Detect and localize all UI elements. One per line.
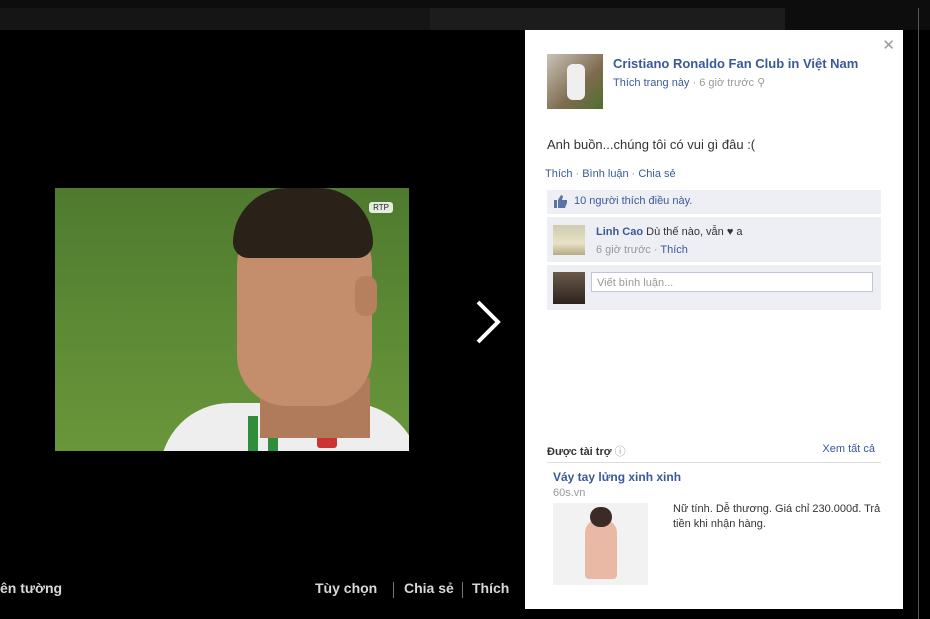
page-meta: Thích trang này · 6 giờ trước ⚲ [613,76,765,89]
comment-time[interactable]: 6 giờ trước [596,244,651,256]
commenter-avatar[interactable] [553,225,585,255]
right-gutter [903,30,930,619]
comment-like-link[interactable]: Thích [660,244,688,256]
ad-title-link[interactable]: Váy tay lửng xinh xinh [553,470,681,484]
post-panel: ✕ Cristiano Ronaldo Fan Club in Việt Nam… [525,30,903,609]
photo[interactable]: RTP [55,188,409,451]
page-avatar[interactable] [547,54,603,109]
like-link[interactable]: Thích [472,580,509,596]
see-all-link[interactable]: Xem tất cả [822,443,875,455]
like-page-link[interactable]: Thích trang này [613,77,689,89]
sponsored-header: Được tài trợ ⓘ [547,443,626,459]
comment-input[interactable]: Viết bình luận... [591,272,873,292]
post-time[interactable]: 6 giờ trước [699,77,754,89]
share-action[interactable]: Chia sẻ [638,168,675,180]
post-to-timeline-link[interactable]: ên tường [0,580,62,596]
ad-text: Nữ tính. Dễ thương. Giá chỉ 230.000đ. Tr… [673,503,881,530]
thumbs-up-icon [554,195,567,208]
action-dot: · [575,168,580,180]
photo-hair [233,188,373,258]
share-link[interactable]: Chia sẻ [404,580,454,596]
top-strip-left [0,8,430,30]
frame-line [918,8,919,619]
avatar-figure [567,64,585,100]
ad-image[interactable] [553,503,648,585]
divider [393,582,394,598]
comment-text: Dù thế nào, vẫn ♥ a [646,226,743,238]
sponsored-info-icon[interactable]: ⓘ [615,446,626,458]
action-dot: · [631,168,636,180]
divider [462,582,463,598]
likes-count-link[interactable]: 10 người thích điều này. [574,195,692,207]
options-link[interactable]: Tùy chọn [315,580,377,596]
ad-dress [585,519,617,579]
comment-line: Linh Cao Dù thế nào, vẫn ♥ a [596,226,743,238]
comment-composer: Viết bình luận... [547,265,881,310]
next-arrow-icon[interactable] [473,298,503,346]
likes-summary: 10 người thích điều này. [547,190,881,214]
browser-top-strip [0,0,930,30]
tv-logo: RTP [369,202,393,213]
comment-item: Linh Cao Dù thế nào, vẫn ♥ a 6 giờ trước… [547,217,881,262]
photo-ear [355,276,377,316]
ad-domain: 60s.vn [553,487,586,499]
sponsored-label: Được tài trợ [547,446,612,458]
divider [547,462,881,463]
like-action[interactable]: Thích [545,168,573,180]
comment-action[interactable]: Bình luận [582,168,628,180]
close-icon[interactable]: ✕ [882,36,895,54]
photo-stripe [248,416,258,451]
post-text: Anh buồn...chúng tôi có vui gì đâu :( [547,137,756,152]
user-avatar [553,272,585,304]
post-actions: Thích · Bình luận · Chia sẻ [545,168,676,180]
comment-meta: 6 giờ trước · Thích [596,244,688,256]
globe-icon: ⚲ [757,77,766,89]
commenter-name-link[interactable]: Linh Cao [596,226,643,238]
ad-model-head [590,507,612,527]
page-name-link[interactable]: Cristiano Ronaldo Fan Club in Việt Nam [613,56,858,71]
top-strip-right [430,8,785,30]
